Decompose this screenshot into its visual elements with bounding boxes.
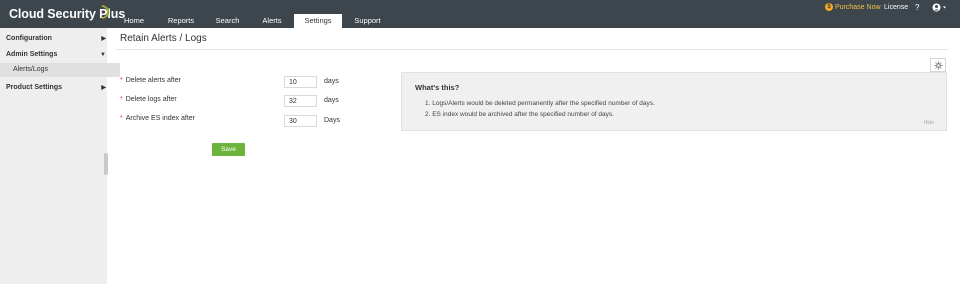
archive-es-label: * Archive ES index after bbox=[120, 115, 195, 122]
info-line: 1. Logs/Alerts would be deleted permanen… bbox=[425, 100, 655, 107]
field-label: Delete alerts after bbox=[125, 77, 181, 84]
field-label: Delete logs after bbox=[125, 96, 177, 103]
hide-link[interactable]: Hide bbox=[924, 120, 934, 126]
archive-es-unit: Days bbox=[324, 117, 340, 124]
help-toggle-button[interactable] bbox=[930, 58, 946, 72]
sidebar-collapse-handle[interactable] bbox=[104, 153, 108, 175]
delete-logs-input[interactable] bbox=[284, 95, 317, 107]
field-label: Archive ES index after bbox=[125, 115, 195, 122]
sidebar-item-label: Product Settings bbox=[6, 84, 63, 91]
top-bar: Cloud Security Plus Home Reports Search … bbox=[0, 0, 960, 28]
tab-reports[interactable]: Reports bbox=[159, 14, 203, 28]
info-panel: What's this? 1. Logs/Alerts would be del… bbox=[401, 72, 947, 131]
purchase-coin-icon: $ bbox=[825, 3, 833, 11]
chevron-down-icon: ▼ bbox=[100, 52, 106, 58]
delete-logs-label: * Delete logs after bbox=[120, 96, 177, 103]
logo-arc-icon bbox=[101, 5, 109, 19]
tab-home[interactable]: Home bbox=[114, 14, 154, 28]
tab-search[interactable]: Search bbox=[207, 14, 248, 28]
tab-alerts[interactable]: Alerts bbox=[252, 14, 292, 28]
sidebar-item-label: Configuration bbox=[6, 35, 52, 42]
sidebar-item-alerts-logs[interactable]: Alerts/Logs bbox=[0, 63, 120, 77]
page-title: Retain Alerts / Logs bbox=[120, 33, 207, 44]
help-icon[interactable]: ? bbox=[915, 3, 919, 12]
sidebar-item-label: Admin Settings bbox=[6, 51, 58, 58]
tab-support[interactable]: Support bbox=[345, 14, 390, 28]
sidebar-item-configuration[interactable]: Configuration ▶ bbox=[0, 33, 113, 45]
tab-settings[interactable]: Settings bbox=[294, 14, 342, 28]
user-circle-icon[interactable] bbox=[932, 3, 948, 12]
sidebar-item-product-settings[interactable]: Product Settings ▶ bbox=[0, 82, 113, 94]
info-title: What's this? bbox=[415, 83, 460, 92]
sidebar-item-admin-settings[interactable]: Admin Settings ▼ bbox=[0, 49, 113, 61]
sidebar: Configuration ▶ Admin Settings ▼ Alerts/… bbox=[0, 28, 120, 284]
delete-alerts-unit: days bbox=[324, 78, 339, 85]
delete-alerts-input[interactable] bbox=[284, 76, 317, 88]
required-asterisk: * bbox=[120, 96, 123, 103]
license-link[interactable]: License bbox=[884, 3, 908, 12]
required-asterisk: * bbox=[120, 77, 123, 84]
info-line: 2. ES index would be archived after the … bbox=[425, 111, 614, 118]
chevron-right-icon: ▶ bbox=[101, 36, 106, 42]
purchase-now-link[interactable]: Purchase Now bbox=[835, 3, 881, 12]
delete-alerts-label: * Delete alerts after bbox=[120, 77, 181, 84]
delete-logs-unit: days bbox=[324, 97, 339, 104]
sidebar-item-label: Alerts/Logs bbox=[13, 66, 49, 73]
required-asterisk: * bbox=[120, 115, 123, 122]
save-button[interactable]: Save bbox=[212, 143, 245, 156]
lightbulb-icon bbox=[934, 61, 943, 70]
archive-es-input[interactable] bbox=[284, 115, 317, 127]
title-divider bbox=[116, 49, 948, 50]
chevron-right-icon: ▶ bbox=[101, 85, 106, 91]
